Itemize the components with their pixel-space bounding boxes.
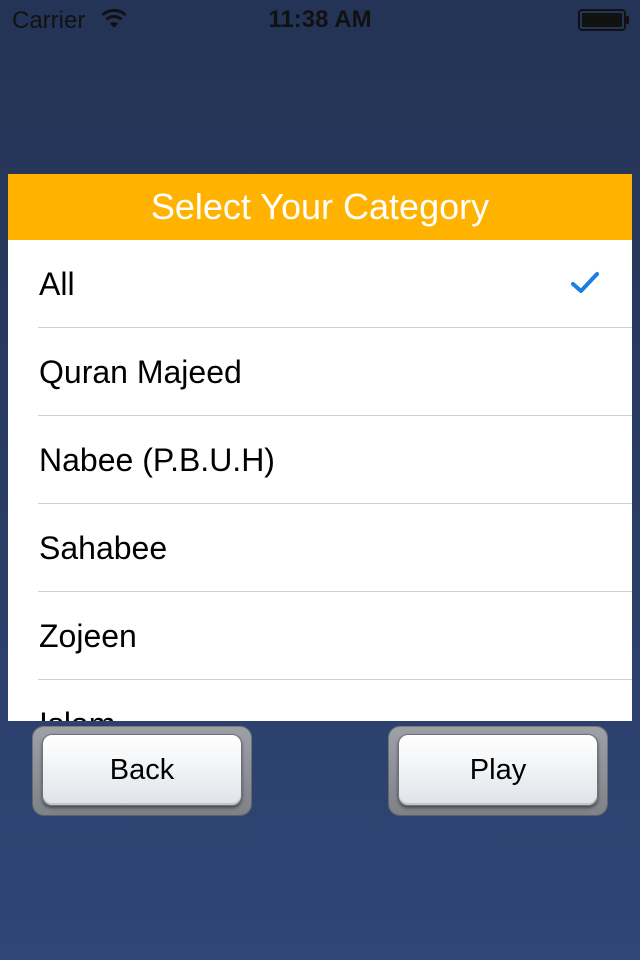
back-button[interactable]: Back — [42, 734, 242, 806]
category-item-zojeen[interactable]: Zojeen — [8, 592, 632, 680]
category-item-islam[interactable]: Islam — [8, 680, 632, 721]
status-time: 11:38 AM — [268, 6, 372, 33]
status-bar: Carrier 11:38 AM — [0, 0, 640, 40]
checkmark-icon — [571, 272, 599, 293]
category-item-nabee[interactable]: Nabee (P.B.U.H) — [8, 416, 632, 504]
category-item-label: Islam — [39, 680, 115, 721]
category-item-label: Sahabee — [39, 530, 168, 566]
category-item-all[interactable]: All — [8, 240, 632, 328]
category-item-label: All — [39, 266, 75, 302]
category-item-quran-majeed[interactable]: Quran Majeed — [8, 328, 632, 416]
category-item-label: Quran Majeed — [39, 354, 242, 390]
battery-icon — [578, 9, 629, 31]
category-item-sahabee[interactable]: Sahabee — [8, 504, 632, 592]
category-list[interactable]: All Quran Majeed Nabee (P.B.U.H) Sahabee… — [8, 240, 632, 721]
play-button-frame: Play — [388, 726, 608, 816]
category-item-label: Zojeen — [39, 618, 137, 654]
category-dialog: Select Your Category All Quran Majeed Na… — [8, 174, 632, 721]
back-button-frame: Back — [32, 726, 252, 816]
play-button[interactable]: Play — [398, 734, 598, 806]
dialog-title: Select Your Category — [8, 174, 632, 240]
category-item-label: Nabee (P.B.U.H) — [39, 442, 275, 478]
